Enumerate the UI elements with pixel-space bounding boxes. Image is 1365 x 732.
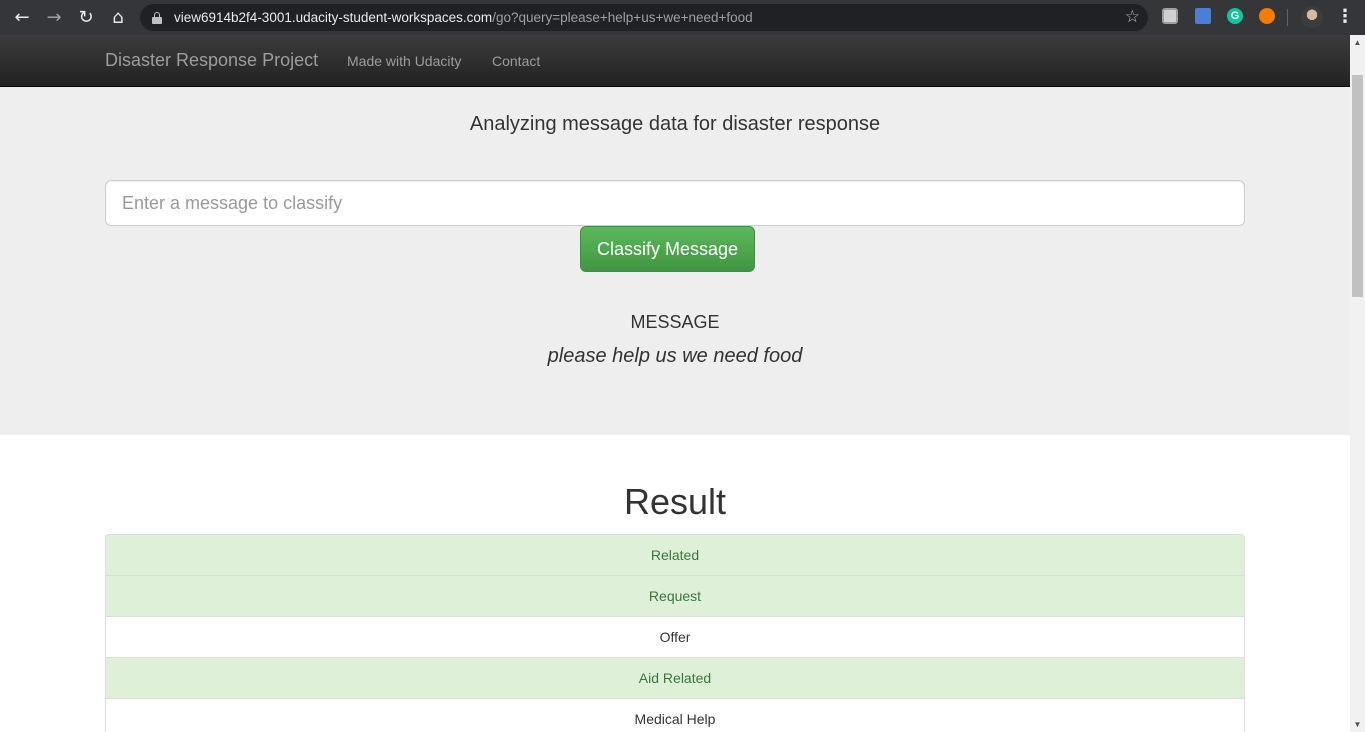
result-item: Medical Help [106, 699, 1244, 732]
result-list: Related Request Offer Aid Related Medical He… [105, 534, 1245, 732]
address-bar[interactable]: view6914b2f4-3001.udacity-student-worksp… [140, 4, 1148, 31]
result-title: Result [623, 481, 727, 522]
message-text: please help us we need food [547, 345, 803, 367]
scroll-thumb[interactable] [1352, 75, 1363, 297]
result-item: Aid Related [106, 658, 1244, 699]
profile-avatar[interactable] [1301, 6, 1323, 28]
lock-icon [152, 11, 162, 24]
grammarly-letter: G [1230, 10, 1240, 22]
bookmark-ext-icon[interactable] [1195, 8, 1211, 24]
message-label: MESSAGE [630, 312, 720, 332]
home-icon[interactable]: ⌂ [102, 0, 134, 35]
print-icon[interactable] [1162, 8, 1178, 24]
scroll-down-arrow-icon[interactable]: ▼ [1350, 717, 1365, 732]
page-scrollbar[interactable]: ▲ ▼ [1350, 35, 1365, 732]
navbar-brand[interactable]: Disaster Response Project [105, 50, 318, 71]
menu-kebab-icon[interactable]: ⋮ [1336, 6, 1354, 27]
url-path: /go?query=please+help+us+we+need+food [492, 10, 753, 25]
toolbar-divider [1287, 9, 1288, 26]
page-subtitle: Analyzing message data for disaster resp… [469, 113, 881, 135]
url-text: view6914b2f4-3001.udacity-student-worksp… [174, 10, 753, 25]
grammarly-icon[interactable]: G [1227, 8, 1243, 24]
result-item: Related [106, 535, 1244, 576]
nav-link-contact[interactable]: Contact [492, 53, 540, 69]
result-item: Offer [106, 617, 1244, 658]
scroll-up-arrow-icon[interactable]: ▲ [1350, 35, 1365, 50]
nav-link-made-with-udacity[interactable]: Made with Udacity [347, 53, 461, 69]
back-icon[interactable]: ← [6, 0, 38, 35]
result-item: Request [106, 576, 1244, 617]
extension-icon[interactable] [1259, 8, 1275, 24]
forward-icon[interactable]: → [38, 0, 70, 35]
jumbotron: Analyzing message data for disaster resp… [0, 35, 1350, 435]
message-input[interactable] [105, 180, 1245, 226]
reload-icon[interactable]: ↻ [70, 0, 102, 35]
page-viewport: Analyzing message data for disaster resp… [0, 35, 1350, 732]
url-host: view6914b2f4-3001.udacity-student-worksp… [174, 10, 493, 25]
browser-toolbar: ← → ↻ ⌂ view6914b2f4-3001.udacity-studen… [0, 0, 1365, 35]
classify-message-button[interactable]: Classify Message [580, 226, 755, 272]
navbar: Disaster Response Project Made with Udac… [0, 35, 1350, 87]
bookmark-star-icon[interactable]: ☆ [1125, 7, 1140, 27]
